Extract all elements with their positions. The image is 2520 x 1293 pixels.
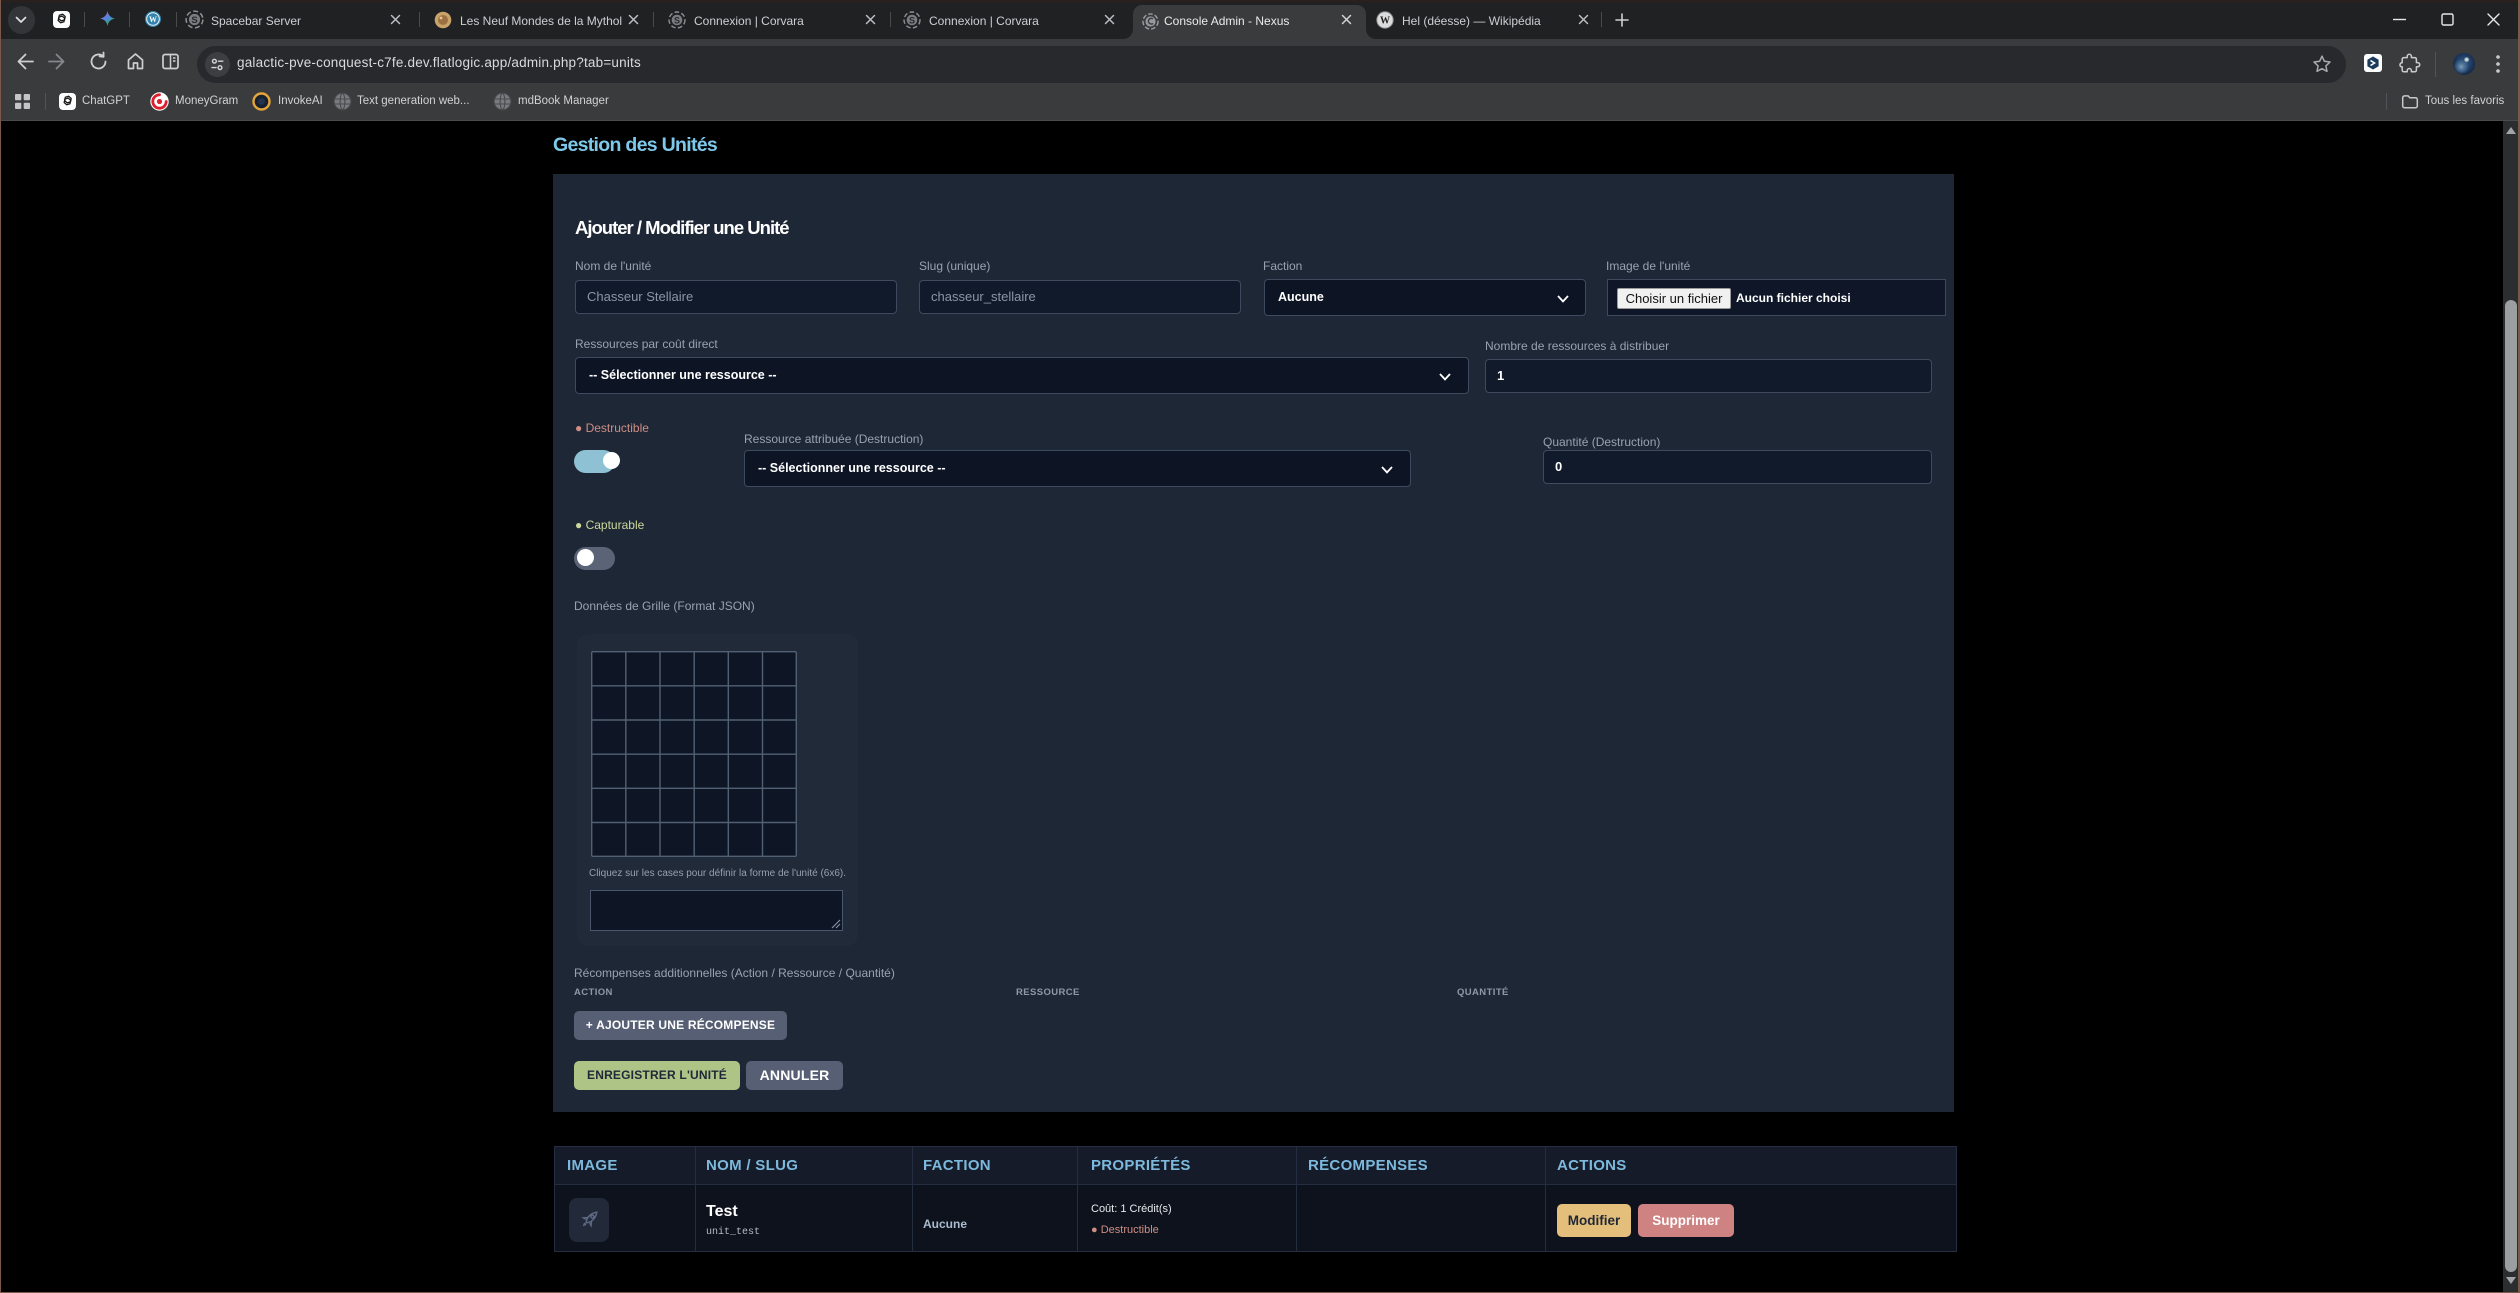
svg-text:W: W [149,15,157,24]
svg-text:S: S [191,15,197,26]
svg-text:S: S [674,15,680,25]
svg-text:S: S [909,15,915,25]
svg-text:W: W [1380,16,1390,27]
